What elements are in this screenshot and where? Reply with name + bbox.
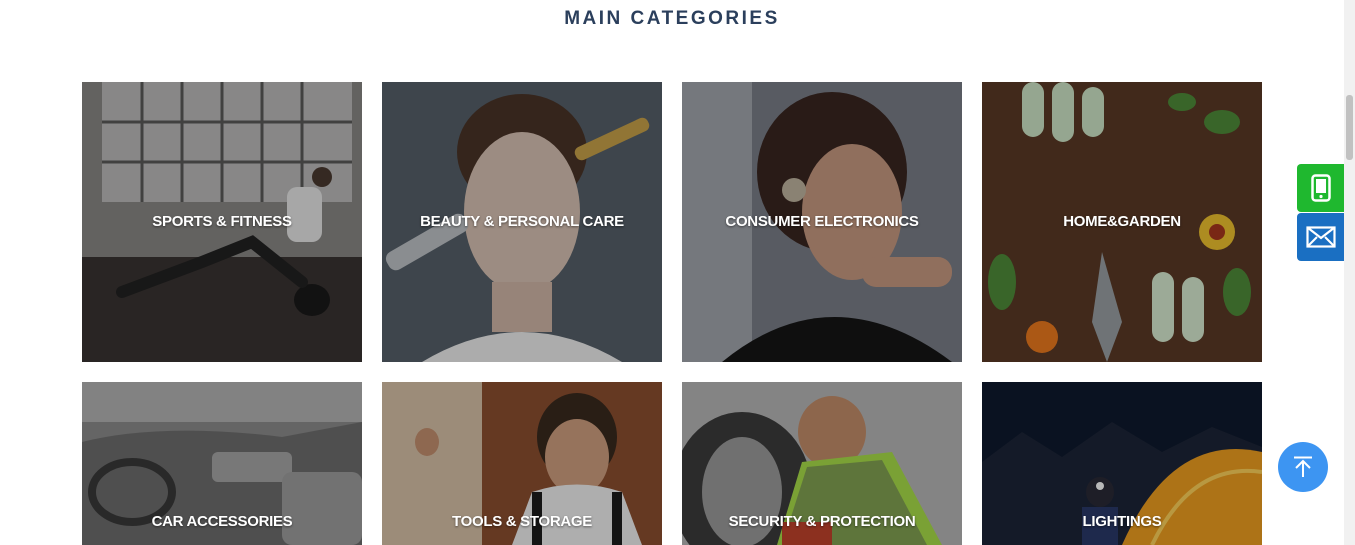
email-contact-button[interactable]	[1297, 213, 1345, 261]
phone-contact-button[interactable]	[1297, 164, 1345, 212]
category-label: CONSUMER ELECTRONICS	[725, 213, 919, 230]
category-lightings[interactable]: LIGHTINGS	[982, 382, 1262, 545]
category-label: SPORTS & FITNESS	[152, 213, 292, 230]
category-sports-fitness[interactable]: SPORTS & FITNESS	[82, 82, 362, 362]
mobile-phone-icon	[1311, 174, 1331, 202]
category-label: HOME&GARDEN	[1063, 213, 1181, 230]
category-security-protection[interactable]: SECURITY & PROTECTION	[682, 382, 962, 545]
arrow-up-icon	[1294, 456, 1312, 477]
category-car-accessories[interactable]: CAR ACCESSORIES	[82, 382, 362, 545]
section-title: MAIN CATEGORIES	[564, 8, 780, 29]
category-label: SECURITY & PROTECTION	[728, 513, 916, 530]
envelope-icon	[1306, 226, 1336, 248]
scrollbar-thumb[interactable]	[1346, 95, 1353, 160]
category-consumer-electronics[interactable]: CONSUMER ELECTRONICS	[682, 82, 962, 362]
category-label: CAR ACCESSORIES	[151, 513, 293, 530]
category-tools-storage[interactable]: TOOLS & STORAGE	[382, 382, 662, 545]
back-to-top-button[interactable]	[1278, 442, 1328, 492]
category-label: LIGHTINGS	[1082, 513, 1162, 530]
category-beauty-personal-care[interactable]: BEAUTY & PERSONAL CARE	[382, 82, 662, 362]
page-scrollbar[interactable]	[1344, 0, 1355, 545]
category-label: TOOLS & STORAGE	[452, 513, 592, 530]
category-home-garden[interactable]: HOME&GARDEN	[982, 82, 1262, 362]
category-label: BEAUTY & PERSONAL CARE	[420, 213, 624, 230]
